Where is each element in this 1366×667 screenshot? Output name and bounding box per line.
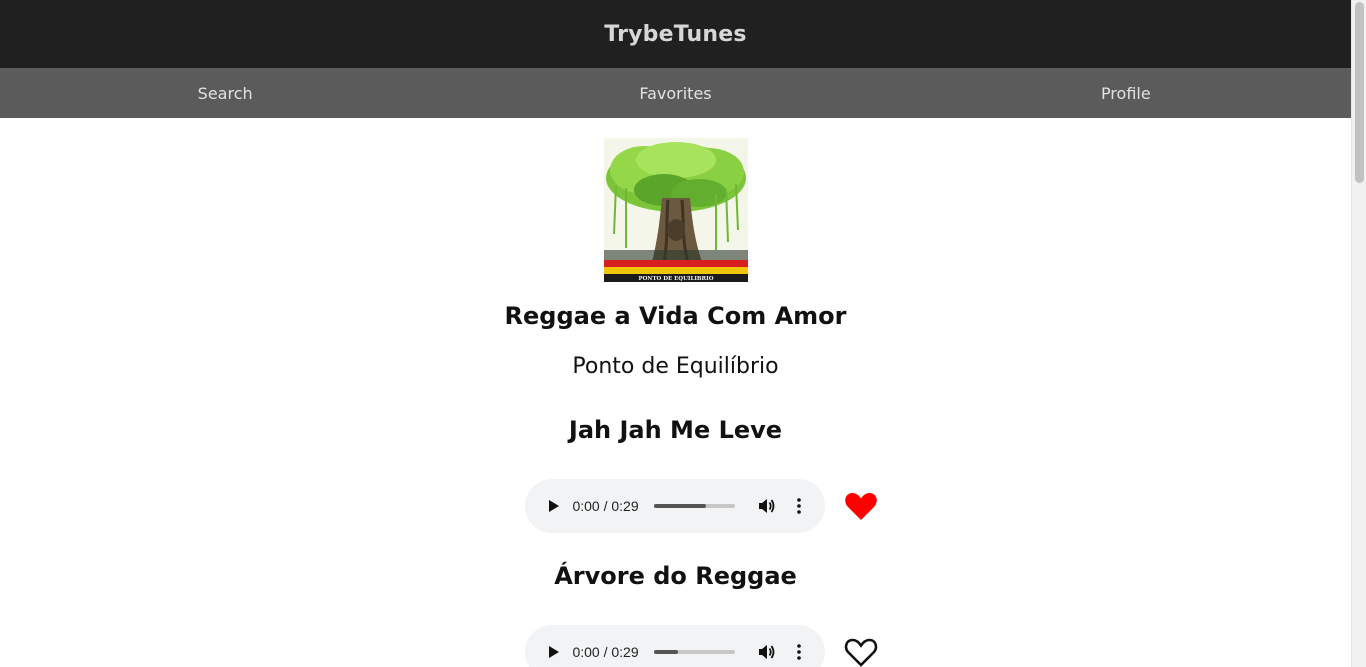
audio-player: 0:00 / 0:29: [524, 625, 825, 667]
track-name: Árvore do Reggae: [554, 562, 797, 590]
progress-slider[interactable]: [653, 650, 735, 654]
track-item: Jah Jah Me Leve 0:00 / 0:29: [473, 417, 879, 533]
album-section: PONTO DE EQUILIBRIO Reggae a Vida Com Am…: [0, 118, 1351, 379]
track-controls: 0:00 / 0:29: [524, 479, 879, 533]
page-scrollbar[interactable]: [1351, 0, 1366, 667]
nav-link-search[interactable]: Search: [0, 84, 450, 103]
playback-time: 0:00 / 0:29: [572, 644, 639, 660]
play-button[interactable]: [543, 640, 567, 664]
play-button[interactable]: [543, 494, 567, 518]
volume-icon: [758, 645, 774, 659]
play-icon: [549, 646, 560, 658]
audio-player: 0:00 / 0:29: [524, 479, 825, 533]
playback-time: 0:00 / 0:29: [572, 498, 639, 514]
heart-outline-icon: [844, 638, 877, 667]
album-name: Reggae a Vida Com Amor: [504, 302, 847, 330]
track-controls: 0:00 / 0:29: [524, 625, 879, 667]
favorite-toggle[interactable]: [843, 634, 879, 667]
scrollbar-thumb[interactable]: [1355, 2, 1364, 183]
page: TrybeTunes Search Favorites Profile PONT…: [0, 0, 1351, 667]
more-options-button[interactable]: [787, 494, 811, 518]
favorite-toggle[interactable]: [843, 488, 879, 524]
app-header: TrybeTunes: [0, 0, 1351, 68]
volume-button[interactable]: [755, 494, 779, 518]
nav-link-profile[interactable]: Profile: [901, 84, 1351, 103]
nav-bar: Search Favorites Profile: [0, 68, 1351, 118]
progress-slider[interactable]: [653, 504, 735, 508]
track-list: Jah Jah Me Leve 0:00 / 0:29 Árvore do Re…: [0, 417, 1351, 667]
more-vert-icon: [796, 498, 801, 514]
album-cover-art-icon: PONTO DE EQUILIBRIO: [603, 138, 748, 282]
track-name: Jah Jah Me Leve: [568, 416, 783, 444]
artist-name: Ponto de Equilíbrio: [572, 354, 779, 379]
volume-icon: [758, 499, 774, 513]
album-cover-text: PONTO DE EQUILIBRIO: [638, 276, 713, 282]
play-icon: [549, 500, 560, 512]
volume-button[interactable]: [755, 640, 779, 664]
nav-link-favorites[interactable]: Favorites: [450, 84, 900, 103]
more-options-button[interactable]: [787, 640, 811, 664]
heart-filled-icon: [844, 493, 877, 520]
album-cover: PONTO DE EQUILIBRIO: [603, 138, 748, 282]
app-title: TrybeTunes: [604, 21, 747, 47]
progress-fill: [653, 650, 678, 654]
track-item: Árvore do Reggae 0:00 / 0:29: [473, 563, 879, 667]
more-vert-icon: [796, 644, 801, 660]
progress-fill: [653, 504, 707, 508]
